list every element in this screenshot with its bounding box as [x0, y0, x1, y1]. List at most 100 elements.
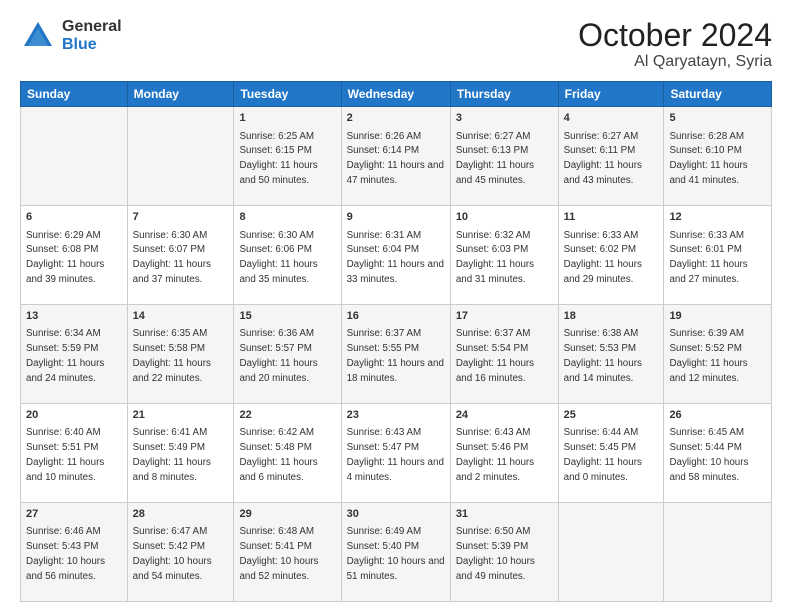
day-info: Sunrise: 6:44 AM Sunset: 5:45 PM Dayligh… — [564, 427, 642, 482]
day-info: Sunrise: 6:27 AM Sunset: 6:13 PM Dayligh… — [456, 131, 534, 186]
logo-text: General Blue — [62, 18, 122, 53]
day-number: 24 — [456, 408, 553, 423]
col-header-sunday: Sunday — [21, 82, 128, 107]
day-cell: 1Sunrise: 6:25 AM Sunset: 6:15 PM Daylig… — [234, 107, 341, 206]
col-header-friday: Friday — [558, 82, 664, 107]
day-cell: 27Sunrise: 6:46 AM Sunset: 5:43 PM Dayli… — [21, 503, 128, 602]
day-info: Sunrise: 6:30 AM Sunset: 6:06 PM Dayligh… — [239, 230, 317, 285]
day-info: Sunrise: 6:27 AM Sunset: 6:11 PM Dayligh… — [564, 131, 642, 186]
day-cell: 4 Sunrise: 6:27 AM Sunset: 6:11 PM Daylig… — [558, 107, 664, 206]
col-header-saturday: Saturday — [664, 82, 772, 107]
week-row-3: 20 Sunrise: 6:40 AM Sunset: 5:51 PM Dayli… — [21, 404, 772, 503]
day-number: 18 — [564, 309, 659, 324]
calendar-body: 1Sunrise: 6:25 AM Sunset: 6:15 PM Daylig… — [21, 107, 772, 602]
day-info: Sunrise: 6:34 AM Sunset: 5:59 PM Dayligh… — [26, 328, 104, 383]
col-header-tuesday: Tuesday — [234, 82, 341, 107]
day-number: 30 — [347, 507, 445, 522]
day-info: Sunrise: 6:26 AM Sunset: 6:14 PM Dayligh… — [347, 131, 444, 186]
day-cell — [21, 107, 128, 206]
day-number: 28 — [133, 507, 229, 522]
day-number: 15 — [239, 309, 335, 324]
day-number: 8 — [239, 210, 335, 225]
day-number: 12 — [669, 210, 766, 225]
day-cell: 15 Sunrise: 6:36 AM Sunset: 5:57 PM Dayli… — [234, 305, 341, 404]
day-info: Sunrise: 6:29 AM Sunset: 6:08 PM Dayligh… — [26, 230, 104, 285]
header: General Blue October 2024 Al Qaryatayn, … — [20, 18, 772, 71]
header-row: SundayMondayTuesdayWednesdayThursdayFrid… — [21, 82, 772, 107]
day-cell: 9 Sunrise: 6:31 AM Sunset: 6:04 PM Daylig… — [341, 206, 450, 305]
day-cell: 6Sunrise: 6:29 AM Sunset: 6:08 PM Daylig… — [21, 206, 128, 305]
day-cell: 28 Sunrise: 6:47 AM Sunset: 5:42 PM Dayli… — [127, 503, 234, 602]
day-cell — [558, 503, 664, 602]
day-cell: 14 Sunrise: 6:35 AM Sunset: 5:58 PM Dayli… — [127, 305, 234, 404]
day-info: Sunrise: 6:37 AM Sunset: 5:55 PM Dayligh… — [347, 328, 444, 383]
day-cell: 8 Sunrise: 6:30 AM Sunset: 6:06 PM Daylig… — [234, 206, 341, 305]
day-number: 5 — [669, 111, 766, 126]
day-number: 21 — [133, 408, 229, 423]
page: General Blue October 2024 Al Qaryatayn, … — [0, 0, 792, 612]
day-cell — [664, 503, 772, 602]
logo-blue: Blue — [62, 36, 122, 54]
day-number: 27 — [26, 507, 122, 522]
day-number: 31 — [456, 507, 553, 522]
day-info: Sunrise: 6:47 AM Sunset: 5:42 PM Dayligh… — [133, 526, 212, 581]
day-cell: 26 Sunrise: 6:45 AM Sunset: 5:44 PM Dayli… — [664, 404, 772, 503]
day-info: Sunrise: 6:30 AM Sunset: 6:07 PM Dayligh… — [133, 230, 211, 285]
day-info: Sunrise: 6:25 AM Sunset: 6:15 PM Dayligh… — [239, 131, 317, 186]
day-info: Sunrise: 6:43 AM Sunset: 5:47 PM Dayligh… — [347, 427, 444, 482]
logo-general: General — [62, 18, 122, 36]
day-cell: 3 Sunrise: 6:27 AM Sunset: 6:13 PM Daylig… — [450, 107, 558, 206]
day-cell: 13 Sunrise: 6:34 AM Sunset: 5:59 PM Dayli… — [21, 305, 128, 404]
day-number: 3 — [456, 111, 553, 126]
week-row-2: 13 Sunrise: 6:34 AM Sunset: 5:59 PM Dayli… — [21, 305, 772, 404]
day-cell: 31 Sunrise: 6:50 AM Sunset: 5:39 PM Dayli… — [450, 503, 558, 602]
day-number: 2 — [347, 111, 445, 126]
day-info: Sunrise: 6:45 AM Sunset: 5:44 PM Dayligh… — [669, 427, 748, 482]
col-header-wednesday: Wednesday — [341, 82, 450, 107]
day-cell: 10Sunrise: 6:32 AM Sunset: 6:03 PM Dayli… — [450, 206, 558, 305]
day-info: Sunrise: 6:37 AM Sunset: 5:54 PM Dayligh… — [456, 328, 534, 383]
day-number: 20 — [26, 408, 122, 423]
day-number: 9 — [347, 210, 445, 225]
day-info: Sunrise: 6:35 AM Sunset: 5:58 PM Dayligh… — [133, 328, 211, 383]
location-title: Al Qaryatayn, Syria — [578, 53, 772, 71]
day-info: Sunrise: 6:28 AM Sunset: 6:10 PM Dayligh… — [669, 131, 747, 186]
day-cell: 19 Sunrise: 6:39 AM Sunset: 5:52 PM Dayli… — [664, 305, 772, 404]
logo: General Blue — [20, 18, 122, 54]
day-number: 16 — [347, 309, 445, 324]
day-number: 23 — [347, 408, 445, 423]
day-number: 29 — [239, 507, 335, 522]
week-row-4: 27Sunrise: 6:46 AM Sunset: 5:43 PM Dayli… — [21, 503, 772, 602]
day-info: Sunrise: 6:39 AM Sunset: 5:52 PM Dayligh… — [669, 328, 747, 383]
day-info: Sunrise: 6:36 AM Sunset: 5:57 PM Dayligh… — [239, 328, 317, 383]
day-number: 22 — [239, 408, 335, 423]
day-cell: 12Sunrise: 6:33 AM Sunset: 6:01 PM Dayli… — [664, 206, 772, 305]
week-row-1: 6Sunrise: 6:29 AM Sunset: 6:08 PM Daylig… — [21, 206, 772, 305]
day-info: Sunrise: 6:31 AM Sunset: 6:04 PM Dayligh… — [347, 230, 444, 285]
day-cell: 21Sunrise: 6:41 AM Sunset: 5:49 PM Dayli… — [127, 404, 234, 503]
day-info: Sunrise: 6:42 AM Sunset: 5:48 PM Dayligh… — [239, 427, 317, 482]
calendar-header: SundayMondayTuesdayWednesdayThursdayFrid… — [21, 82, 772, 107]
day-info: Sunrise: 6:50 AM Sunset: 5:39 PM Dayligh… — [456, 526, 535, 581]
day-cell: 17Sunrise: 6:37 AM Sunset: 5:54 PM Dayli… — [450, 305, 558, 404]
day-cell: 20 Sunrise: 6:40 AM Sunset: 5:51 PM Dayli… — [21, 404, 128, 503]
day-cell: 22 Sunrise: 6:42 AM Sunset: 5:48 PM Dayli… — [234, 404, 341, 503]
day-cell: 7Sunrise: 6:30 AM Sunset: 6:07 PM Daylig… — [127, 206, 234, 305]
day-number: 19 — [669, 309, 766, 324]
day-info: Sunrise: 6:49 AM Sunset: 5:40 PM Dayligh… — [347, 526, 445, 581]
month-title: October 2024 — [578, 18, 772, 53]
day-info: Sunrise: 6:43 AM Sunset: 5:46 PM Dayligh… — [456, 427, 534, 482]
title-block: October 2024 Al Qaryatayn, Syria — [578, 18, 772, 71]
day-info: Sunrise: 6:40 AM Sunset: 5:51 PM Dayligh… — [26, 427, 104, 482]
day-number: 14 — [133, 309, 229, 324]
day-cell: 30 Sunrise: 6:49 AM Sunset: 5:40 PM Dayli… — [341, 503, 450, 602]
day-cell — [127, 107, 234, 206]
col-header-thursday: Thursday — [450, 82, 558, 107]
day-number: 13 — [26, 309, 122, 324]
day-cell: 16 Sunrise: 6:37 AM Sunset: 5:55 PM Dayli… — [341, 305, 450, 404]
day-info: Sunrise: 6:33 AM Sunset: 6:02 PM Dayligh… — [564, 230, 642, 285]
day-cell: 29Sunrise: 6:48 AM Sunset: 5:41 PM Dayli… — [234, 503, 341, 602]
day-number: 26 — [669, 408, 766, 423]
day-number: 4 — [564, 111, 659, 126]
day-number: 10 — [456, 210, 553, 225]
